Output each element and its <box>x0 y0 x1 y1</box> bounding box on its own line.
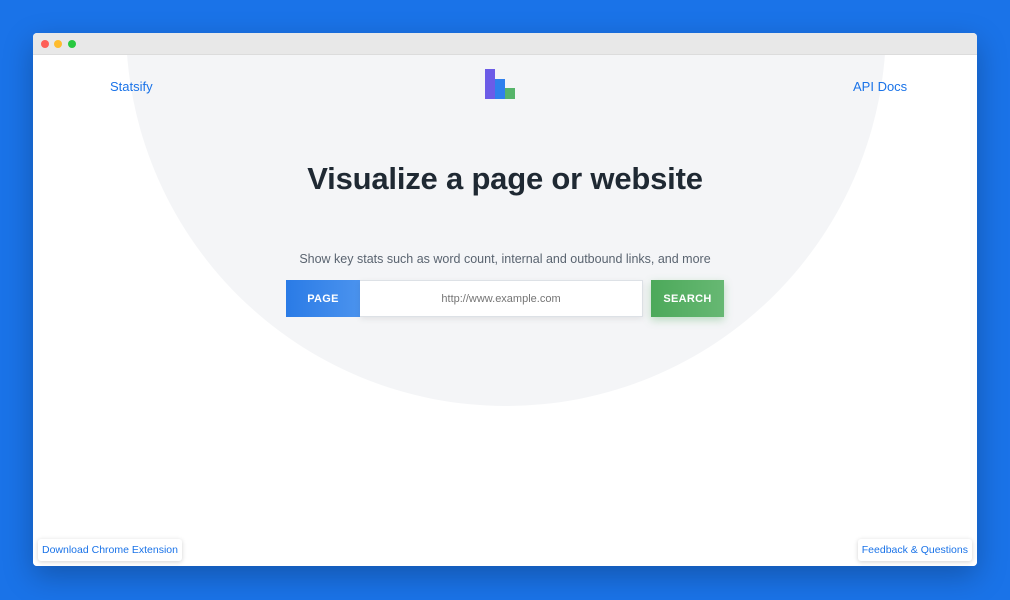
page-subtitle: Show key stats such as word count, inter… <box>299 252 711 266</box>
browser-window: Statsify API Docs Visualize a page or we… <box>33 33 977 566</box>
api-docs-link[interactable]: API Docs <box>853 79 907 94</box>
bar-chart-logo-icon[interactable] <box>485 69 517 99</box>
brand-link[interactable]: Statsify <box>110 79 153 94</box>
logo-bar-blue <box>495 79 505 99</box>
logo-bar-green <box>505 88 515 99</box>
close-window-icon[interactable] <box>41 40 49 48</box>
window-titlebar <box>33 33 977 55</box>
hero-background-circle <box>126 55 886 406</box>
page-title: Visualize a page or website <box>307 161 703 196</box>
page-type-button[interactable]: PAGE <box>286 280 360 317</box>
search-button[interactable]: SEARCH <box>651 280 724 317</box>
url-input[interactable] <box>360 280 643 317</box>
logo-bar-purple <box>485 69 495 99</box>
download-chrome-extension-button[interactable]: Download Chrome Extension <box>38 539 182 561</box>
feedback-button[interactable]: Feedback & Questions <box>857 539 972 561</box>
maximize-window-icon[interactable] <box>68 40 76 48</box>
search-bar: PAGE SEARCH <box>286 280 724 317</box>
page-content: Statsify API Docs Visualize a page or we… <box>33 55 977 566</box>
minimize-window-icon[interactable] <box>54 40 62 48</box>
